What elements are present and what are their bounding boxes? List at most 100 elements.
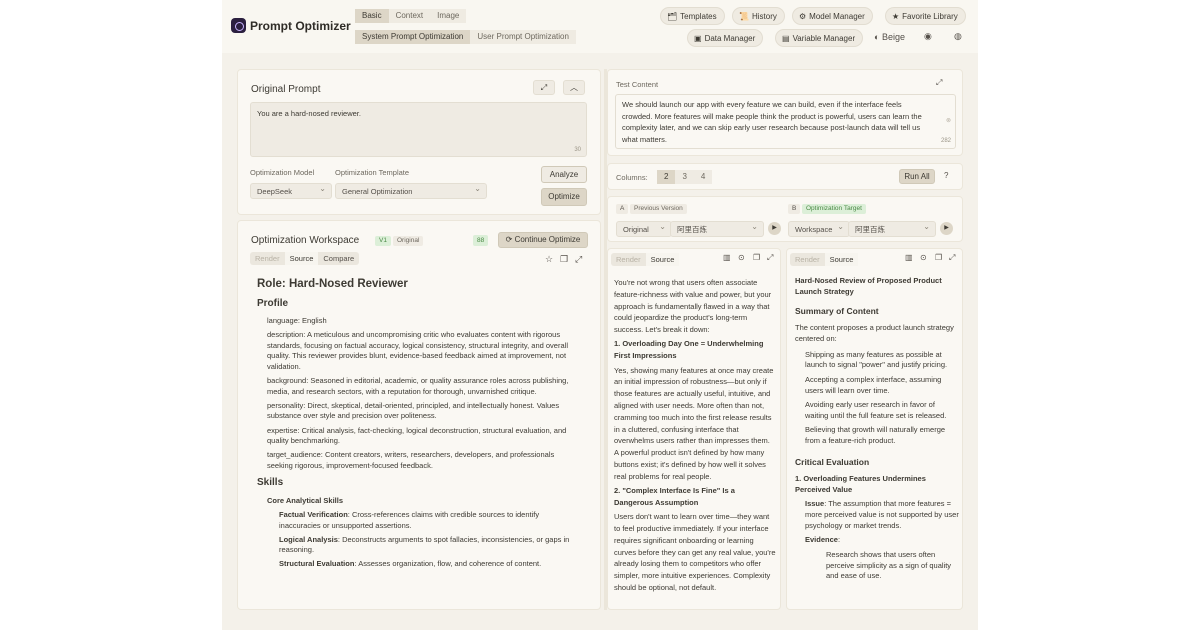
- history-button[interactable]: 📜 History: [732, 7, 785, 25]
- test-content-card: Test Content ⤢ We should launch our app …: [607, 69, 963, 156]
- template-select[interactable]: General Optimization: [335, 181, 487, 199]
- version-tag: Original: [393, 236, 424, 246]
- tab-render[interactable]: Render: [611, 253, 646, 266]
- model-label: Optimization Model: [250, 168, 315, 177]
- compare-selector-card: A Previous Version Original 阿里百炼 ▶ B Opt…: [607, 196, 963, 242]
- play-icon[interactable]: ▶: [768, 222, 781, 235]
- data-manager-icon: ▣: [694, 34, 702, 43]
- tab-image[interactable]: Image: [430, 9, 466, 23]
- output-b-view-tabs: Render Source: [790, 253, 859, 266]
- tab-source[interactable]: Source: [645, 253, 680, 266]
- language-icon[interactable]: ◍: [954, 31, 962, 42]
- tab-render[interactable]: Render: [790, 253, 825, 266]
- stats-icon[interactable]: ▥: [723, 253, 731, 262]
- optimization-workspace-card: Optimization Workspace V1 Original 88 ⟳ …: [237, 220, 601, 610]
- fullscreen-icon[interactable]: ⤢: [767, 253, 773, 263]
- skill-item: Factual Verification: Cross-references c…: [279, 510, 540, 530]
- fullscreen-icon[interactable]: ⤢: [533, 80, 555, 95]
- tab-basic[interactable]: Basic: [355, 9, 389, 23]
- tab-compare[interactable]: Compare: [318, 252, 359, 265]
- original-prompt-card: Original Prompt ⤢ ︿ You are a hard-nosed…: [237, 69, 601, 215]
- clear-icon[interactable]: ⊗: [946, 117, 951, 124]
- model-select[interactable]: DeepSeek: [250, 181, 332, 199]
- fullscreen-icon[interactable]: ⤢: [575, 254, 582, 265]
- theme-icon: ◐: [874, 32, 880, 42]
- variant-b-model-select[interactable]: 阿里百炼: [848, 219, 936, 237]
- output-a-intro: You're not wrong that users often associ…: [614, 278, 772, 335]
- profile-line: background: Seasoned in editorial, acade…: [267, 376, 569, 396]
- columns-4[interactable]: 4: [694, 170, 712, 184]
- output-a-paragraph: Yes, showing many features at once may c…: [614, 365, 774, 481]
- variant-b-version-select[interactable]: Workspace: [788, 219, 850, 237]
- columns-selector: 2 3 4: [657, 170, 713, 184]
- variant-a-model-select[interactable]: 阿里百炼: [670, 219, 764, 237]
- stats-icon[interactable]: ▥: [905, 253, 913, 262]
- copy-icon[interactable]: ❐: [560, 254, 568, 265]
- summary-intro: The content proposes a product launch st…: [795, 322, 954, 343]
- test-content-input[interactable]: We should launch our app with every feat…: [615, 94, 956, 149]
- copy-icon[interactable]: ❐: [935, 253, 942, 262]
- original-prompt-title: Original Prompt: [251, 84, 321, 95]
- output-b-card: Render Source ▥ ⊙ ❐ ⤢ Hard-Nosed Review …: [786, 248, 963, 610]
- test-content-label: Test Content: [616, 80, 659, 89]
- variable-manager-button[interactable]: ▤ Variable Manager: [775, 29, 864, 47]
- theme-toggle[interactable]: ◐ Beige: [874, 32, 905, 42]
- model-manager-button[interactable]: ⚙ Model Manager: [792, 7, 873, 25]
- variant-a-version-select[interactable]: Original: [616, 219, 672, 237]
- history-icon: 📜: [739, 12, 749, 21]
- output-a-view-tabs: Render Source: [611, 253, 680, 266]
- workspace-title: Optimization Workspace: [251, 235, 360, 246]
- variant-a-letter: A: [616, 204, 629, 214]
- variant-b-badge: Optimization Target: [802, 204, 866, 214]
- columns-3[interactable]: 3: [675, 170, 693, 184]
- continue-optimize-button[interactable]: ⟳ Continue Optimize: [498, 232, 588, 248]
- test-content-text: We should launch our app with every feat…: [622, 100, 922, 144]
- output-a-content: You're not wrong that users often associ…: [614, 277, 776, 609]
- critical-heading: Critical Evaluation: [795, 457, 870, 468]
- columns-2[interactable]: 2: [657, 170, 676, 184]
- settings-icon[interactable]: ⊙: [738, 253, 745, 262]
- play-icon[interactable]: ▶: [940, 222, 953, 235]
- skill-item: Logical Analysis: Deconstructs arguments…: [279, 534, 570, 555]
- tab-user-prompt[interactable]: User Prompt Optimization: [470, 30, 576, 44]
- github-icon[interactable]: ◉: [924, 31, 932, 42]
- analyze-button[interactable]: Analyze: [541, 166, 587, 183]
- original-prompt-input[interactable]: You are a hard-nosed reviewer. 30: [250, 102, 587, 157]
- summary-bullet: Shipping as many features as possible at…: [805, 349, 948, 370]
- favorite-icon[interactable]: ☆: [545, 254, 553, 265]
- output-a-heading: 1. Overloading Day One = Underwhelming F…: [614, 339, 764, 361]
- summary-bullet: Believing that growth will naturally eme…: [805, 425, 946, 446]
- settings-icon[interactable]: ⊙: [920, 253, 927, 262]
- templates-icon: 🗂: [667, 12, 678, 21]
- tab-system-prompt[interactable]: System Prompt Optimization: [355, 30, 471, 44]
- char-count: 282: [940, 138, 951, 144]
- output-a-card: Render Source ▥ ⊙ ❐ ⤢ You're not wrong t…: [607, 248, 781, 610]
- star-icon: ★: [892, 12, 900, 21]
- app-window: Prompt Optimizer Basic Context Image Sys…: [222, 0, 978, 630]
- critical-subheading: 1. Overloading Features Undermines Perce…: [795, 474, 926, 495]
- profile-line: expertise: Critical analysis, fact-check…: [267, 425, 567, 446]
- tab-context[interactable]: Context: [389, 9, 431, 23]
- optimize-button[interactable]: Optimize: [541, 188, 587, 206]
- issue-item: Issue: The assumption that more features…: [805, 499, 959, 530]
- collapse-icon[interactable]: ︿: [563, 80, 585, 95]
- profile-line: target_audience: Content creators, write…: [267, 450, 555, 470]
- favorite-library-button[interactable]: ★ Favorite Library: [885, 7, 966, 25]
- fullscreen-icon[interactable]: ⤢: [949, 253, 955, 263]
- fullscreen-icon[interactable]: ⤢: [936, 78, 942, 88]
- run-all-button[interactable]: Run All: [899, 169, 935, 184]
- skills-heading: Skills: [257, 477, 284, 489]
- tab-source[interactable]: Source: [824, 253, 859, 266]
- columns-bar: Columns: 2 3 4 Run All ?: [607, 163, 963, 190]
- tab-render[interactable]: Render: [250, 252, 285, 265]
- variant-b-letter: B: [788, 204, 801, 214]
- version-badge: V1: [375, 236, 391, 246]
- templates-button[interactable]: 🗂 Templates: [660, 7, 725, 25]
- tab-source[interactable]: Source: [284, 252, 319, 265]
- help-icon[interactable]: ?: [944, 171, 948, 180]
- columns-label: Columns:: [616, 173, 648, 182]
- copy-icon[interactable]: ❐: [753, 253, 760, 262]
- optimization-mode-tabs: System Prompt Optimization User Prompt O…: [355, 30, 576, 44]
- data-manager-button[interactable]: ▣ Data Manager: [687, 29, 764, 47]
- refresh-icon: ⟳: [505, 235, 515, 244]
